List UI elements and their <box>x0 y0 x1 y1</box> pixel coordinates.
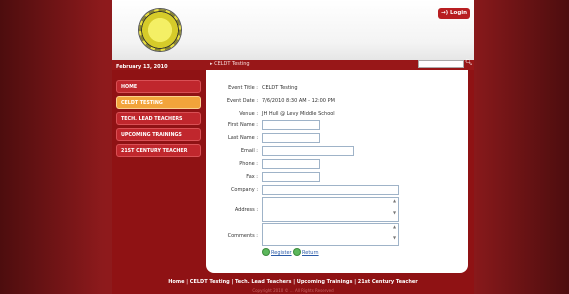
fax-field[interactable] <box>262 172 320 182</box>
event-title-label: Event Title : <box>228 85 258 91</box>
last-name-field[interactable] <box>262 133 320 143</box>
email-label: Email : <box>240 148 258 154</box>
sidebar-item-upcoming-trainings[interactable]: UPCOMING TRAININGS <box>116 128 201 141</box>
sidebar-item-celdt-testing[interactable]: CELDT TESTING <box>116 96 201 109</box>
comments-textarea[interactable]: ▲ ▼ <box>262 223 399 246</box>
address-label: Address : <box>234 207 258 213</box>
company-label: Company : <box>230 187 258 193</box>
comments-scrollbar[interactable]: ▲ ▼ <box>391 224 398 245</box>
fax-label: Fax : <box>246 174 258 180</box>
venue-value: JH Hull @ Levy Middle School <box>262 111 335 117</box>
last-name-row: Last Name : <box>206 133 468 143</box>
logo-seal-icon <box>139 9 181 51</box>
event-date-row: Event Date : 7/6/2010 8:30 AM - 12:00 PM <box>206 96 468 106</box>
search-icon[interactable]: 🔍︎ <box>465 59 473 67</box>
login-button[interactable]: →) Login <box>438 8 471 19</box>
sidebar-nav: HOME CELDT TESTING TECH. LEAD TEACHERS U… <box>116 80 203 240</box>
comments-label: Comments : <box>227 233 258 239</box>
footer-link-21st-century-teacher[interactable]: 21st Century Teacher <box>358 279 418 285</box>
first-name-row: First Name : <box>206 120 468 130</box>
event-date-value: 7/6/2010 8:30 AM - 12:00 PM <box>262 98 335 104</box>
logo-ring <box>139 9 181 51</box>
date-label: February 13, 2010 <box>116 64 168 70</box>
sidebar-item-home[interactable]: HOME <box>116 80 201 93</box>
email-row: Email : <box>206 146 468 156</box>
first-name-label: First Name : <box>227 122 258 128</box>
sidebar-item-21st-century-teacher[interactable]: 21ST CENTURY TEACHER <box>116 144 201 157</box>
register-button[interactable]: Register <box>263 249 292 256</box>
register-label: Register <box>271 250 292 256</box>
return-label: Return <box>302 250 319 256</box>
header: →) Login <box>112 0 474 60</box>
event-title-row: Event Title : CELDT Testing <box>206 83 468 93</box>
phone-row: Phone : <box>206 159 468 169</box>
address-textarea[interactable]: ▲ ▼ <box>262 197 399 222</box>
return-icon <box>294 249 300 255</box>
return-button[interactable]: Return <box>294 249 319 256</box>
event-title-value: CELDT Testing <box>262 85 298 91</box>
search-input[interactable] <box>418 60 464 68</box>
company-field[interactable] <box>262 185 399 195</box>
venue-label: Venue : <box>239 111 258 117</box>
breadcrumb[interactable]: ▸ CELDT Testing <box>210 61 250 67</box>
venue-row: Venue : JH Hull @ Levy Middle School <box>206 109 468 119</box>
register-icon <box>263 249 269 255</box>
last-name-label: Last Name : <box>227 135 258 141</box>
phone-label: Phone : <box>239 161 258 167</box>
page-container: →) Login February 13, 2010 ▸ CELDT Testi… <box>112 0 474 294</box>
footer-link-tech-lead-teachers[interactable]: Tech. Lead Teachers <box>235 279 291 285</box>
footer-link-upcoming-trainings[interactable]: Upcoming Trainings <box>297 279 353 285</box>
footer-copyright: Copyright 2010 © ... All Rights Reserved <box>252 288 334 293</box>
company-row: Company : <box>206 185 468 195</box>
footer-link-home[interactable]: Home <box>168 279 184 285</box>
first-name-field[interactable] <box>262 120 320 130</box>
footer-link-celdt-testing[interactable]: CELDT Testing <box>190 279 230 285</box>
email-field[interactable] <box>262 146 354 156</box>
sidebar-item-tech-lead-teachers[interactable]: TECH. LEAD TEACHERS <box>116 112 201 125</box>
phone-field[interactable] <box>262 159 320 169</box>
content-panel: Event Title : CELDT Testing Event Date :… <box>206 70 468 273</box>
event-date-label: Event Date : <box>226 98 258 104</box>
footer-nav: Home | CELDT Testing | Tech. Lead Teache… <box>112 279 474 285</box>
address-scrollbar[interactable]: ▲ ▼ <box>391 198 398 221</box>
fax-row: Fax : <box>206 172 468 182</box>
